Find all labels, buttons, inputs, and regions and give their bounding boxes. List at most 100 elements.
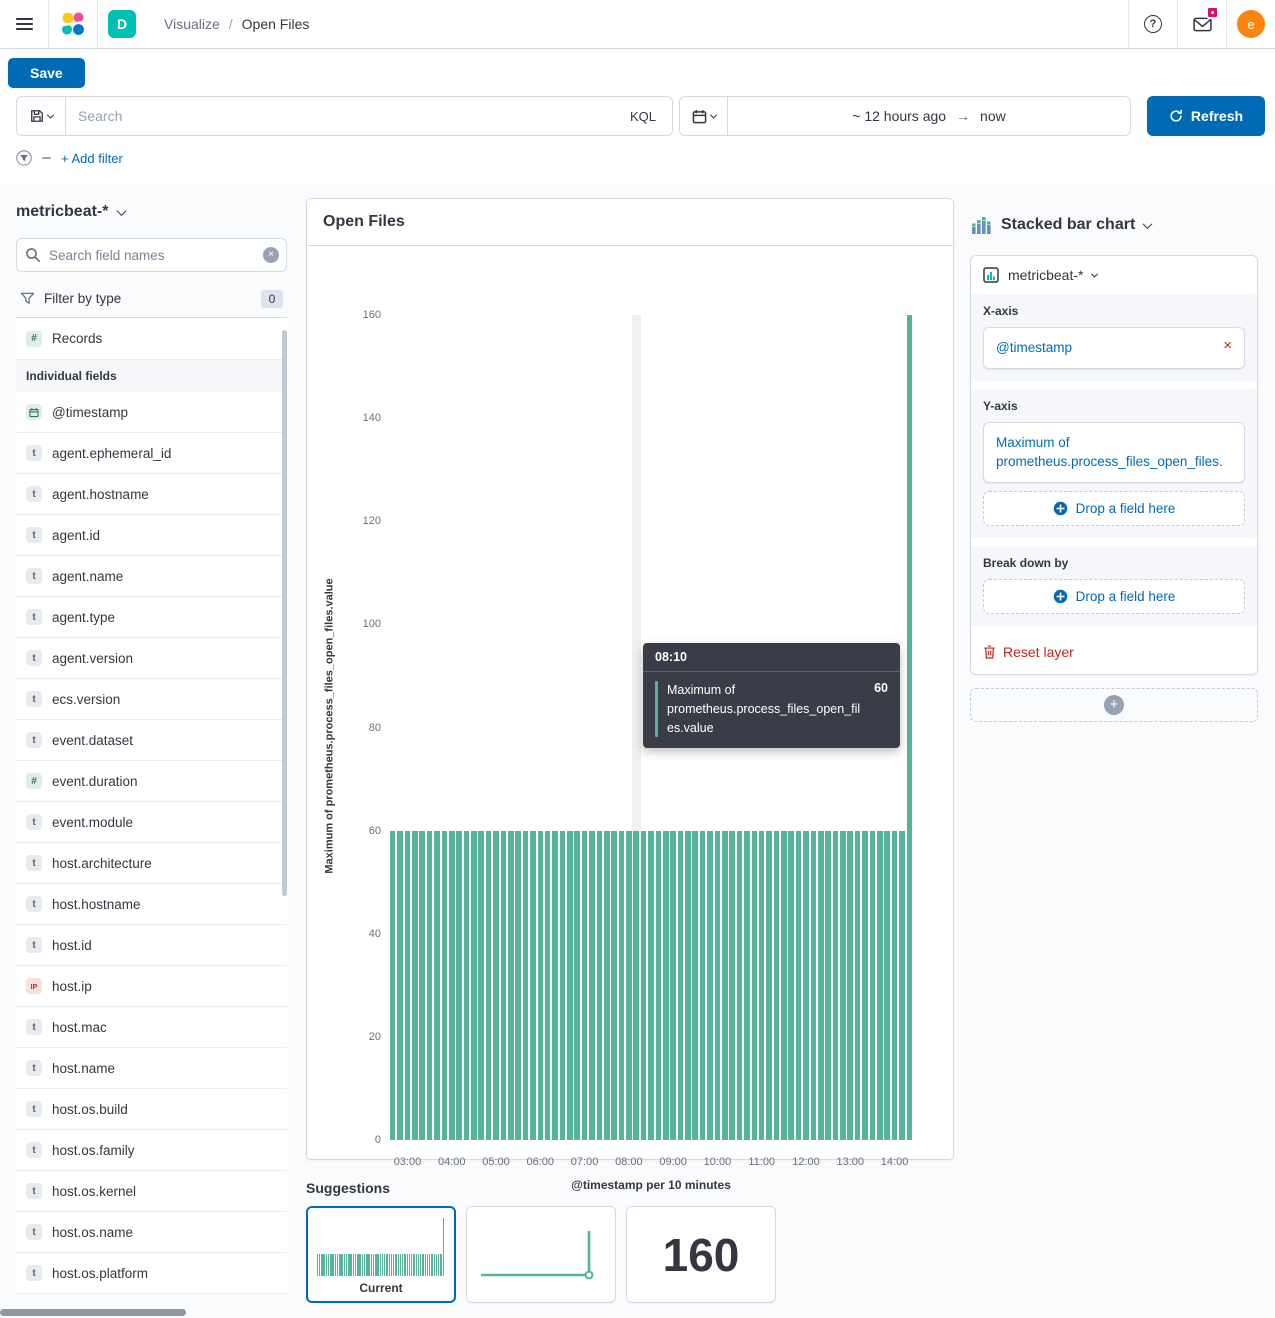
chart-bar[interactable]: [442, 831, 448, 1140]
chart-bar[interactable]: [803, 831, 809, 1140]
chart-bar[interactable]: [471, 831, 477, 1140]
chart-bar[interactable]: [685, 831, 691, 1140]
chart-bar[interactable]: [574, 831, 580, 1140]
field-item[interactable]: agent.ephemeral_id: [16, 433, 287, 474]
field-item[interactable]: host.name: [16, 1048, 287, 1089]
chart-bar[interactable]: [752, 831, 758, 1140]
chart-bar[interactable]: [759, 831, 765, 1140]
chart-bar[interactable]: [397, 831, 403, 1140]
chart-bar[interactable]: [818, 831, 824, 1140]
field-item[interactable]: host.architecture: [16, 843, 287, 884]
chart-bar[interactable]: [501, 831, 507, 1140]
field-item[interactable]: ecs.version: [16, 679, 287, 720]
field-item[interactable]: agent.type: [16, 597, 287, 638]
refresh-button[interactable]: Refresh: [1147, 96, 1265, 136]
field-item[interactable]: host.os.name: [16, 1212, 287, 1253]
chart-bar[interactable]: [449, 831, 455, 1140]
chart-bar[interactable]: [567, 831, 573, 1140]
chart-bar[interactable]: [582, 831, 588, 1140]
chart-bar[interactable]: [390, 831, 396, 1140]
y-axis-dimension[interactable]: Maximum of prometheus.process_files_open…: [983, 422, 1245, 483]
chart-bar[interactable]: [862, 831, 868, 1140]
suggestion-metric-card[interactable]: 160: [626, 1206, 776, 1303]
chart-bar[interactable]: [737, 831, 743, 1140]
x-axis-dimension[interactable]: @timestamp: [983, 327, 1245, 369]
chart-bar[interactable]: [825, 831, 831, 1140]
chart-bar[interactable]: [604, 831, 610, 1140]
save-button[interactable]: Save: [8, 58, 85, 88]
chart-bar[interactable]: [811, 831, 817, 1140]
elastic-logo[interactable]: [49, 0, 97, 48]
chart-bar[interactable]: [766, 831, 772, 1140]
chart-bar[interactable]: [545, 831, 551, 1140]
chart-bar[interactable]: [648, 831, 654, 1140]
chart-bar[interactable]: [781, 831, 787, 1140]
chart-bar[interactable]: [670, 831, 676, 1140]
chart-bar[interactable]: [412, 831, 418, 1140]
chart-bar[interactable]: [892, 831, 898, 1140]
filter-by-type-button[interactable]: Filter by type 0: [16, 280, 287, 318]
field-item[interactable]: agent.hostname: [16, 474, 287, 515]
chart-bar[interactable]: [707, 831, 713, 1140]
chart-bar[interactable]: [611, 831, 617, 1140]
field-item[interactable]: host.mac: [16, 1007, 287, 1048]
chart-type-switcher[interactable]: Stacked bar chart: [970, 212, 1258, 238]
chart-bar[interactable]: [597, 831, 603, 1140]
field-item[interactable]: host.os.build: [16, 1089, 287, 1130]
field-item[interactable]: agent.version: [16, 638, 287, 679]
reset-layer-button[interactable]: Reset layer: [971, 634, 1086, 674]
saved-query-menu-button[interactable]: [17, 97, 66, 135]
field-search-input[interactable]: [16, 238, 287, 272]
chart-bar[interactable]: [619, 831, 625, 1140]
chart-bar[interactable]: [515, 831, 521, 1140]
filter-icon[interactable]: [16, 150, 32, 166]
chart-bar[interactable]: [538, 831, 544, 1140]
chart-bar[interactable]: [419, 831, 425, 1140]
chart-bar[interactable]: [633, 831, 639, 1140]
chart-bar[interactable]: [552, 831, 558, 1140]
chart-bar[interactable]: [715, 831, 721, 1140]
chart-bar[interactable]: [840, 831, 846, 1140]
field-item[interactable]: host.hostname: [16, 884, 287, 925]
chart-bar[interactable]: [833, 831, 839, 1140]
suggestion-line-chart-card[interactable]: [466, 1206, 616, 1303]
chart-bar[interactable]: [405, 831, 411, 1140]
chart-bar[interactable]: [523, 831, 529, 1140]
horizontal-scrollbar[interactable]: [0, 1309, 186, 1316]
chart-bar[interactable]: [729, 831, 735, 1140]
field-item[interactable]: agent.name: [16, 556, 287, 597]
layer-index-pattern-button[interactable]: metricbeat-*: [971, 256, 1257, 294]
remove-dimension-button[interactable]: [1219, 338, 1232, 353]
field-item[interactable]: event.dataset: [16, 720, 287, 761]
field-item[interactable]: host.id: [16, 925, 287, 966]
chart-bar[interactable]: [774, 831, 780, 1140]
field-item[interactable]: host.os.platform: [16, 1253, 287, 1294]
suggestion-current-card[interactable]: Current: [306, 1206, 456, 1303]
field-item[interactable]: event.module: [16, 802, 287, 843]
chart-bar[interactable]: [427, 831, 433, 1140]
chart-bar[interactable]: [722, 831, 728, 1140]
space-switcher-button[interactable]: D: [98, 0, 146, 48]
chart-bar[interactable]: [434, 831, 440, 1140]
chart-bar[interactable]: [899, 831, 905, 1140]
field-item[interactable]: event.duration: [16, 761, 287, 802]
chart-bar[interactable]: [560, 831, 566, 1140]
menu-button[interactable]: [0, 0, 48, 48]
chart-bar[interactable]: [744, 831, 750, 1140]
clear-search-button[interactable]: [263, 247, 279, 263]
user-menu-button[interactable]: e: [1227, 0, 1275, 48]
field-item[interactable]: @timestamp: [16, 392, 287, 433]
chart-bar[interactable]: [884, 831, 890, 1140]
kql-language-button[interactable]: KQL: [614, 97, 672, 135]
chart-bar[interactable]: [692, 831, 698, 1140]
chart-bar[interactable]: [788, 831, 794, 1140]
chart-bar[interactable]: [530, 831, 536, 1140]
search-input[interactable]: [66, 97, 614, 135]
breadcrumb-visualize[interactable]: Visualize: [164, 16, 220, 32]
chart-bar[interactable]: [486, 831, 492, 1140]
field-item[interactable]: host.ip: [16, 966, 287, 1007]
chart-bar[interactable]: [456, 831, 462, 1140]
add-filter-button[interactable]: + Add filter: [61, 151, 123, 166]
chart-bar[interactable]: [877, 831, 883, 1140]
field-item[interactable]: agent.id: [16, 515, 287, 556]
